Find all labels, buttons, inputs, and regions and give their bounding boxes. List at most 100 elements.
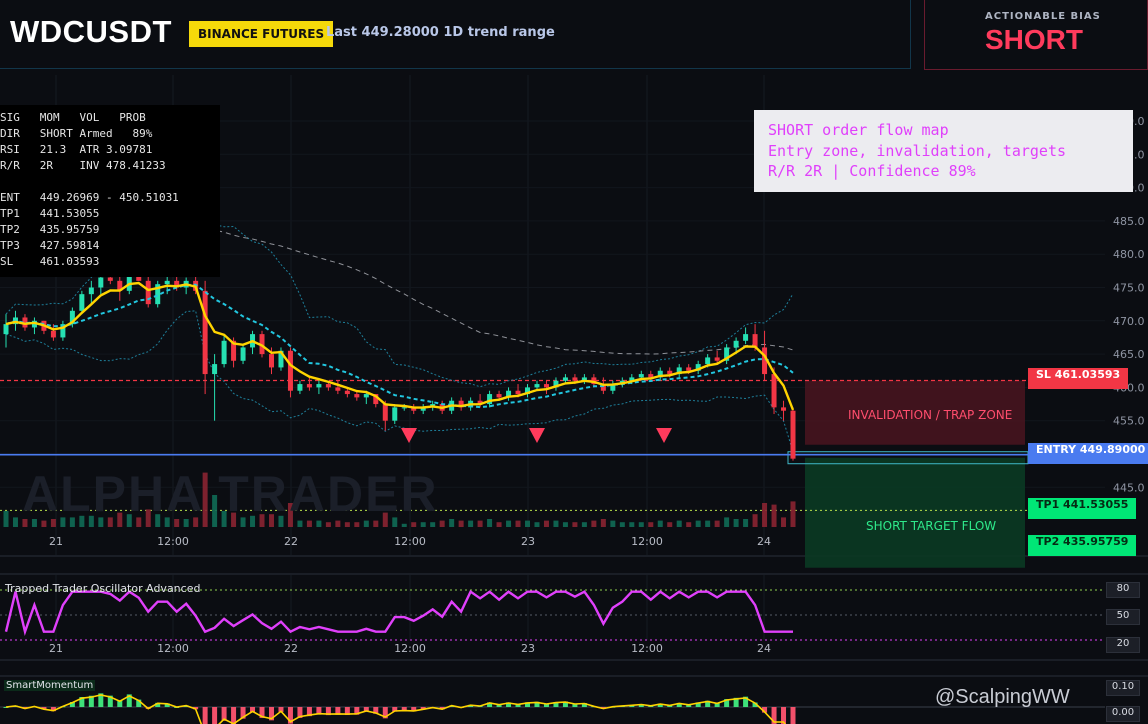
volume-bar (3, 511, 9, 527)
time-tick-label: 12:00 (394, 535, 426, 548)
volume-bar (619, 522, 625, 527)
price-tick-label: 445.0 (1113, 481, 1145, 494)
volume-bar (487, 519, 493, 527)
short-signal-marker (656, 428, 672, 443)
candle-body (515, 390, 521, 395)
volume-bar (12, 517, 18, 527)
osc-level-20: 20 (1106, 637, 1140, 653)
volume-bar (629, 522, 635, 527)
candle-body (88, 287, 94, 295)
candle-body (382, 404, 388, 421)
stats-row: SIG MOM VOL PROB (0, 111, 146, 124)
time-tick-label: 22 (284, 642, 298, 655)
stats-row: TP2 435.95759 (0, 223, 100, 236)
momentum-bar (231, 707, 237, 724)
candle-body (781, 407, 787, 411)
bias-value: SHORT (985, 24, 1083, 55)
volume-bar (591, 520, 597, 527)
volume-bar (458, 520, 464, 527)
watermark: ALPHA TRADER (22, 466, 439, 522)
price-tick-label: 455.0 (1113, 415, 1145, 428)
volume-bar (733, 519, 739, 527)
header-info: Last 449.28000 1D trend range (326, 25, 555, 40)
candle-body (790, 410, 796, 459)
candle-body (268, 354, 274, 368)
mid-ma (5, 283, 794, 409)
price-tick-label: 470.0 (1113, 315, 1145, 328)
oscillator-line (4, 589, 793, 636)
candle-body (335, 387, 341, 391)
invalidation-zone-label: INVALIDATION / TRAP ZONE (848, 408, 1013, 422)
stats-row: DIR SHORT Armed 89% (0, 127, 153, 140)
candle-body (212, 364, 218, 375)
volume-bar (534, 522, 540, 527)
momentum-bar (212, 707, 218, 724)
time-tick-label: 24 (757, 642, 771, 655)
annotation-line: SHORT order flow map (768, 121, 949, 139)
short-signal-marker (401, 428, 417, 443)
volume-bar (676, 520, 682, 527)
brand-watermark: @ScalpingWW (935, 686, 1070, 708)
oscillator-title: Trapped Trader Oscillator Advanced (5, 582, 201, 595)
candle-body (572, 377, 578, 381)
price-tick-label: 480.0 (1113, 248, 1145, 261)
tp2-price-label: TP2 435.95759 (1028, 535, 1137, 556)
oscillator-panel (0, 589, 1105, 641)
smart-momentum-title: SmartMomentum (4, 680, 96, 691)
volume-bar (600, 519, 606, 527)
candle-body (686, 367, 692, 371)
candle-body (107, 277, 113, 281)
volume-bar (790, 501, 796, 527)
volume-bar (657, 520, 663, 527)
candle-body (496, 394, 502, 398)
candle-body (325, 384, 331, 388)
candle-body (543, 384, 549, 388)
volume-bar (525, 520, 531, 527)
volume-bar (724, 517, 730, 527)
volume-bar (762, 503, 768, 527)
volume-bar (477, 520, 483, 527)
price-tick-label: 465.0 (1113, 348, 1145, 361)
stats-row: ENT 449.26969 - 450.51031 (0, 191, 179, 204)
time-tick-label: 12:00 (631, 642, 663, 655)
candle-body (287, 350, 293, 391)
sm-level-zero: 0.00 (1106, 706, 1140, 722)
volume-bar (506, 520, 512, 527)
chart-stage[interactable]: 445.0450.0455.0460.0465.0470.0475.0480.0… (0, 0, 1148, 724)
short-signal-marker (529, 428, 545, 443)
volume-bar (449, 519, 455, 527)
time-tick-label: 12:00 (631, 535, 663, 548)
candle-body (50, 330, 56, 338)
volume-bar (562, 522, 568, 527)
candle-body (202, 290, 208, 375)
volume-bar (705, 520, 711, 527)
stats-row: SL 461.03593 (0, 255, 100, 268)
volume-bar (515, 520, 521, 527)
candle-body (297, 384, 303, 391)
candle-body (221, 340, 227, 365)
annotation-line: R/R 2R | Confidence 89% (768, 162, 976, 180)
candle-body (534, 384, 540, 388)
candle-body (316, 384, 322, 388)
momentum-bar (790, 707, 796, 724)
time-tick-label: 21 (49, 642, 63, 655)
volume-bar (667, 522, 673, 527)
entry-price-label: ENTRY 449.89000 (1028, 443, 1148, 464)
volume-bar (496, 522, 502, 527)
volume-bar (781, 517, 787, 527)
target-zone-label: SHORT TARGET FLOW (866, 519, 997, 533)
candle-body (392, 407, 398, 421)
candle-body (363, 394, 369, 398)
momentum-signal-line (5, 694, 786, 724)
exchange-badge: BINANCE FUTURES (189, 21, 334, 47)
annotation-line: Entry zone, invalidation, targets (768, 141, 1067, 160)
volume-bar (581, 522, 587, 527)
candles (3, 260, 796, 461)
stats-row: TP3 427.59814 (0, 239, 100, 252)
volume-bar (468, 520, 474, 527)
time-tick-label: 22 (284, 535, 298, 548)
volume-bar (572, 522, 578, 527)
price-tick-label: 485.0 (1113, 215, 1145, 228)
fast-ma (5, 281, 795, 411)
signal-markers (401, 428, 672, 443)
